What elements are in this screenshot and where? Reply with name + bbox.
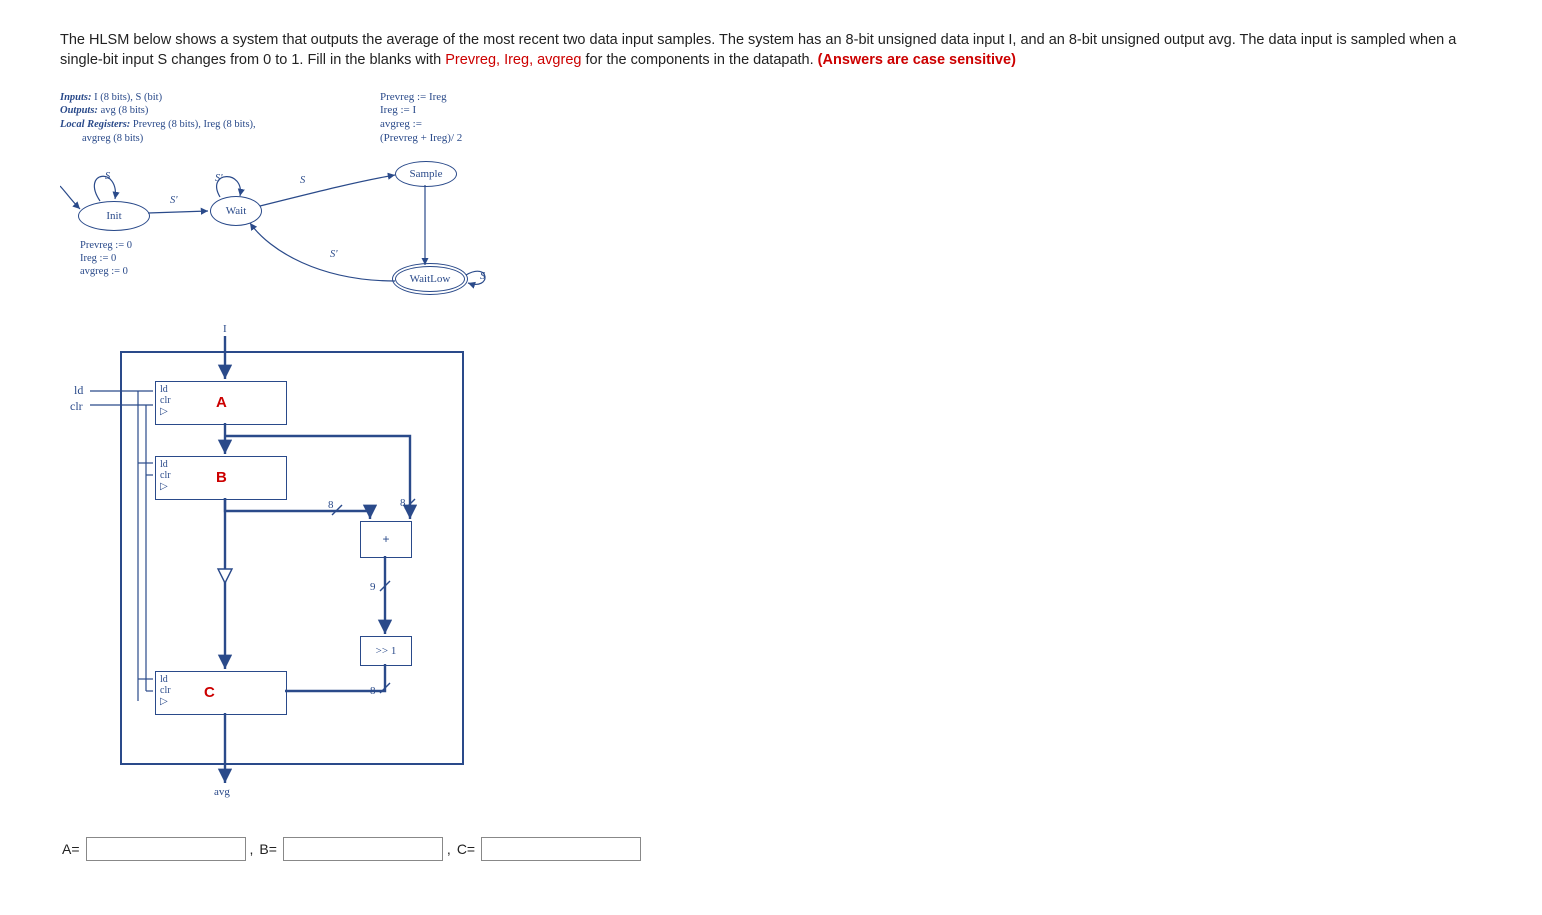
register-c-box: ld clr ▷ C (155, 671, 287, 715)
register-a-box: ld clr ▷ A (155, 381, 287, 425)
register-b-letter: B (216, 469, 227, 486)
answer-c-label: C= (457, 841, 475, 857)
register-c-letter: C (204, 684, 215, 701)
trans-wait-self: S' (215, 173, 223, 184)
bus-width-8c: 8 (370, 685, 376, 697)
bus-width-8a: 8 (328, 499, 334, 511)
shifter-box: >> 1 (360, 636, 412, 666)
answer-a-input[interactable] (86, 837, 246, 861)
signal-avg-label: avg (214, 786, 230, 798)
answer-c-input[interactable] (481, 837, 641, 861)
answer-b-label: B= (259, 841, 277, 857)
sample-actions: Prevreg := Ireg Ireg := I avgreg := (Pre… (380, 91, 462, 146)
signal-i-label: I (223, 323, 227, 335)
declarations-block: Inputs: I (8 bits), S (bit) Outputs: avg… (60, 91, 256, 146)
state-waitlow: WaitLow (395, 266, 465, 292)
init-actions: Prevreg := 0 Ireg := 0 avgreg := 0 (80, 239, 132, 278)
state-sample: Sample (395, 161, 457, 187)
question-case-note: (Answers are case sensitive) (818, 52, 1016, 68)
question-part2: for the components in the datapath. (586, 52, 818, 68)
bus-width-8b: 8 (400, 497, 406, 509)
trans-init-wait: S' (170, 195, 178, 206)
answer-b-input[interactable] (283, 837, 443, 861)
ext-clr-label: clr (70, 399, 83, 414)
answer-a-label: A= (62, 841, 80, 857)
trans-waitlow-wait: S' (330, 249, 338, 260)
register-b-box: ld clr ▷ B (155, 456, 287, 500)
question-keywords: Prevreg, Ireg, avgreg (445, 52, 581, 68)
state-init: Init (78, 201, 150, 231)
adder-box: + (360, 521, 412, 558)
separator-2: , (447, 841, 451, 857)
diagram-area: Inputs: I (8 bits), S (bit) Outputs: avg… (60, 91, 760, 831)
ext-ld-label: ld (74, 383, 83, 398)
separator-1: , (250, 841, 254, 857)
trans-wait-sample: S (300, 175, 305, 186)
trans-init-self: S (105, 171, 110, 182)
state-wait: Wait (210, 196, 262, 226)
trans-waitlow-self: S (480, 271, 485, 282)
register-a-letter: A (216, 394, 227, 411)
bus-width-9: 9 (370, 581, 376, 593)
answer-row: A= , B= , C= (60, 837, 1482, 861)
question-text: The HLSM below shows a system that outpu… (60, 30, 1460, 71)
